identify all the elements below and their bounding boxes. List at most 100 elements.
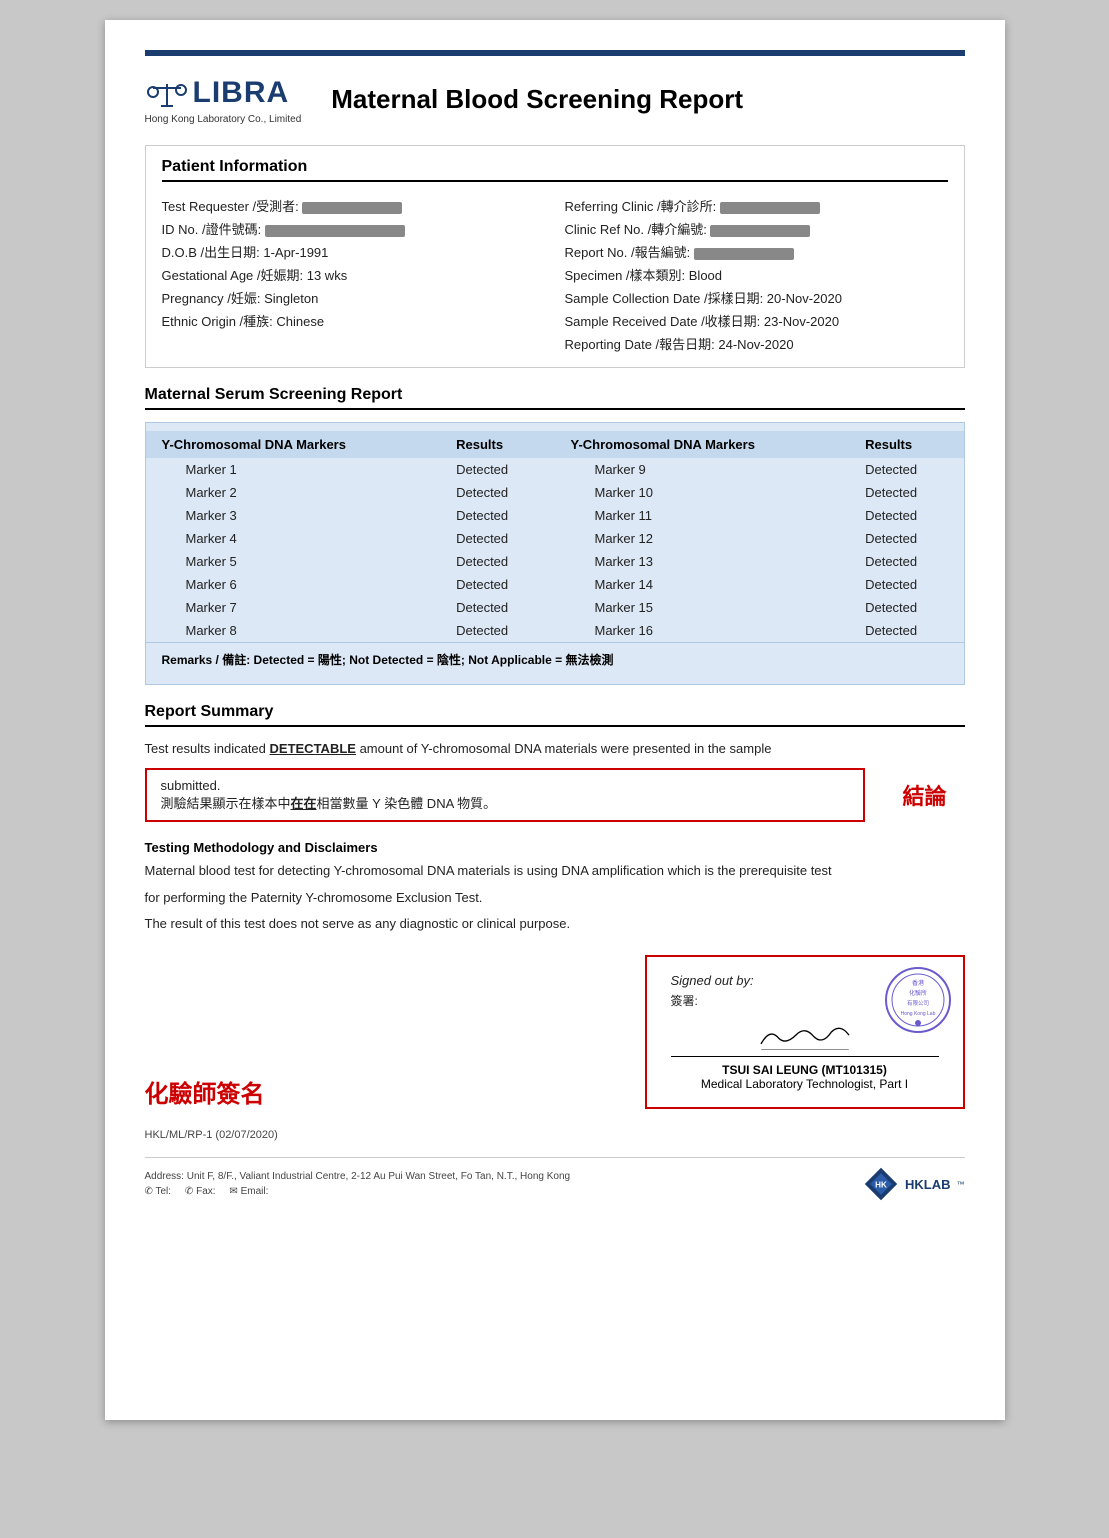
submitted-box: submitted. 測驗結果顯示在樣本中在在相當數量 Y 染色體 DNA 物質… xyxy=(145,768,865,822)
conclusion-label: 結論 xyxy=(885,768,965,822)
lab-stamp: 香港 化驗所 有限公司 Hong Kong Lab xyxy=(883,965,953,1035)
marker-right-result: Detected xyxy=(849,619,963,642)
marker-left-result: Detected xyxy=(440,550,554,573)
patient-gestational-age: Gestational Age /妊娠期: 13 wks xyxy=(162,263,545,286)
svg-text:化驗所: 化驗所 xyxy=(908,989,926,997)
methodology-section: Testing Methodology and Disclaimers Mate… xyxy=(145,840,965,935)
footer-ref: HKL/ML/RP-1 (02/07/2020) xyxy=(145,1129,965,1141)
footer-address: Address: Unit F, 8/F., Valiant Industria… xyxy=(145,1157,965,1202)
methodology-text2: for performing the Paternity Y-chromosom… xyxy=(145,888,965,909)
redacted-value xyxy=(720,202,820,214)
signature-area: 化驗師簽名 香港 化驗所 有限公司 Hong Kong Lab Signed o… xyxy=(145,955,965,1109)
marker-left-result: Detected xyxy=(440,458,554,481)
marker-right-result: Detected xyxy=(849,550,963,573)
patient-left-col: Test Requester /受測者: ID No. /證件號碼: D.O.B… xyxy=(162,194,545,355)
patient-ethnic: Ethnic Origin /種族: Chinese xyxy=(162,309,545,332)
marker-right-result: Detected xyxy=(849,458,963,481)
patient-row: Clinic Ref No. /轉介編號: xyxy=(565,217,948,240)
report-page: LIBRA Hong Kong Laboratory Co., Limited … xyxy=(105,20,1005,1420)
methodology-text1: Maternal blood test for detecting Y-chro… xyxy=(145,861,965,882)
svg-text:有限公司: 有限公司 xyxy=(906,999,928,1007)
screening-section: Maternal Serum Screening Report Y-Chromo… xyxy=(145,386,965,685)
remarks-row: Remarks / 備註: Detected = 陽性; Not Detecte… xyxy=(146,642,964,676)
signature-box: 香港 化驗所 有限公司 Hong Kong Lab Signed out by:… xyxy=(645,955,965,1109)
patient-info-section: Patient Information Test Requester /受測者:… xyxy=(145,145,965,368)
marker-right-result: Detected xyxy=(849,481,963,504)
marker-left-name: Marker 7 xyxy=(146,596,441,619)
col2-header: Results xyxy=(440,431,554,458)
patient-row: Report No. /報告編號: xyxy=(565,240,948,263)
patient-reporting-date: Reporting Date /報告日期: 24-Nov-2020 xyxy=(565,332,948,355)
address-text: Address: Unit F, 8/F., Valiant Industria… xyxy=(145,1171,571,1197)
hklab-text: HKLAB xyxy=(905,1177,951,1192)
marker-right-name: Marker 14 xyxy=(554,573,849,596)
marker-left-result: Detected xyxy=(440,527,554,550)
methodology-text3: The result of this test does not serve a… xyxy=(145,914,965,935)
marker-left-name: Marker 1 xyxy=(146,458,441,481)
svg-text:HK: HK xyxy=(875,1181,887,1190)
marker-right-name: Marker 9 xyxy=(554,458,849,481)
summary-text-line1: Test results indicated DETECTABLE amount… xyxy=(145,739,965,760)
marker-right-name: Marker 11 xyxy=(554,504,849,527)
submitted-text: submitted. xyxy=(161,778,849,793)
patient-grid: Test Requester /受測者: ID No. /證件號碼: D.O.B… xyxy=(162,194,948,355)
marker-left-result: Detected xyxy=(440,481,554,504)
marker-left-name: Marker 8 xyxy=(146,619,441,642)
col1-header: Y-Chromosomal DNA Markers xyxy=(146,431,441,458)
screening-table-wrapper: Y-Chromosomal DNA Markers Results Y-Chro… xyxy=(145,422,965,685)
report-summary-section: Report Summary Test results indicated DE… xyxy=(145,703,965,822)
col3-header: Y-Chromosomal DNA Markers xyxy=(554,431,849,458)
patient-row: Referring Clinic /轉介診所: xyxy=(565,194,948,217)
svg-text:Hong Kong Lab: Hong Kong Lab xyxy=(900,1011,935,1017)
hklab-logo: HK HKLAB ™ xyxy=(863,1166,965,1202)
patient-dob: D.O.B /出生日期: 1-Apr-1991 xyxy=(162,240,545,263)
handwritten-signature xyxy=(745,1019,865,1054)
hklab-diamond-icon: HK xyxy=(863,1166,899,1202)
marker-right-result: Detected xyxy=(849,573,963,596)
conclusion-box: submitted. 測驗結果顯示在樣本中在在相當數量 Y 染色體 DNA 物質… xyxy=(145,768,965,822)
col4-header: Results xyxy=(849,431,963,458)
marker-right-name: Marker 15 xyxy=(554,596,849,619)
chinese-summary: 測驗結果顯示在樣本中在在相當數量 Y 染色體 DNA 物質。 xyxy=(161,793,849,812)
redacted-value xyxy=(265,225,405,237)
marker-right-name: Marker 13 xyxy=(554,550,849,573)
chemist-signature-label: 化驗師簽名 xyxy=(145,1074,265,1109)
patient-row: ID No. /證件號碼: xyxy=(162,217,545,240)
methodology-title: Testing Methodology and Disclaimers xyxy=(145,840,965,855)
marker-right-result: Detected xyxy=(849,527,963,550)
patient-row: Test Requester /受測者: xyxy=(162,194,545,217)
marker-right-name: Marker 10 xyxy=(554,481,849,504)
marker-right-name: Marker 16 xyxy=(554,619,849,642)
marker-left-name: Marker 6 xyxy=(146,573,441,596)
patient-specimen: Specimen /樣本類別: Blood xyxy=(565,263,948,286)
hklab-tm: ™ xyxy=(957,1180,965,1189)
marker-right-result: Detected xyxy=(849,504,963,527)
report-title: Maternal Blood Screening Report xyxy=(331,84,743,115)
logo-name: LIBRA xyxy=(193,76,290,110)
signer-name: TSUI SAI LEUNG (MT101315) xyxy=(671,1063,939,1077)
patient-right-col: Referring Clinic /轉介診所: Clinic Ref No. /… xyxy=(565,194,948,355)
top-bar xyxy=(145,50,965,56)
marker-left-name: Marker 2 xyxy=(146,481,441,504)
marker-left-result: Detected xyxy=(440,504,554,527)
marker-left-name: Marker 4 xyxy=(146,527,441,550)
header: LIBRA Hong Kong Laboratory Co., Limited … xyxy=(145,74,965,125)
marker-left-result: Detected xyxy=(440,573,554,596)
logo-area: LIBRA Hong Kong Laboratory Co., Limited xyxy=(145,74,302,125)
patient-pregnancy: Pregnancy /妊娠: Singleton xyxy=(162,286,545,309)
patient-received-date: Sample Received Date /收樣日期: 23-Nov-2020 xyxy=(565,309,948,332)
marker-right-name: Marker 12 xyxy=(554,527,849,550)
screening-section-header: Maternal Serum Screening Report xyxy=(145,386,965,410)
footer-contact: ✆ Tel: ✆ Fax: ✉ Email: xyxy=(145,1186,571,1197)
marker-left-result: Detected xyxy=(440,596,554,619)
patient-collection-date: Sample Collection Date /採樣日期: 20-Nov-202… xyxy=(565,286,948,309)
screening-table: Y-Chromosomal DNA Markers Results Y-Chro… xyxy=(146,431,964,642)
report-summary-header: Report Summary xyxy=(145,703,965,727)
marker-left-name: Marker 3 xyxy=(146,504,441,527)
patient-info-header: Patient Information xyxy=(162,158,948,182)
redacted-value xyxy=(694,248,794,260)
marker-left-name: Marker 5 xyxy=(146,550,441,573)
redacted-value xyxy=(302,202,402,214)
address-line: Address: Unit F, 8/F., Valiant Industria… xyxy=(145,1171,571,1182)
marker-left-result: Detected xyxy=(440,619,554,642)
